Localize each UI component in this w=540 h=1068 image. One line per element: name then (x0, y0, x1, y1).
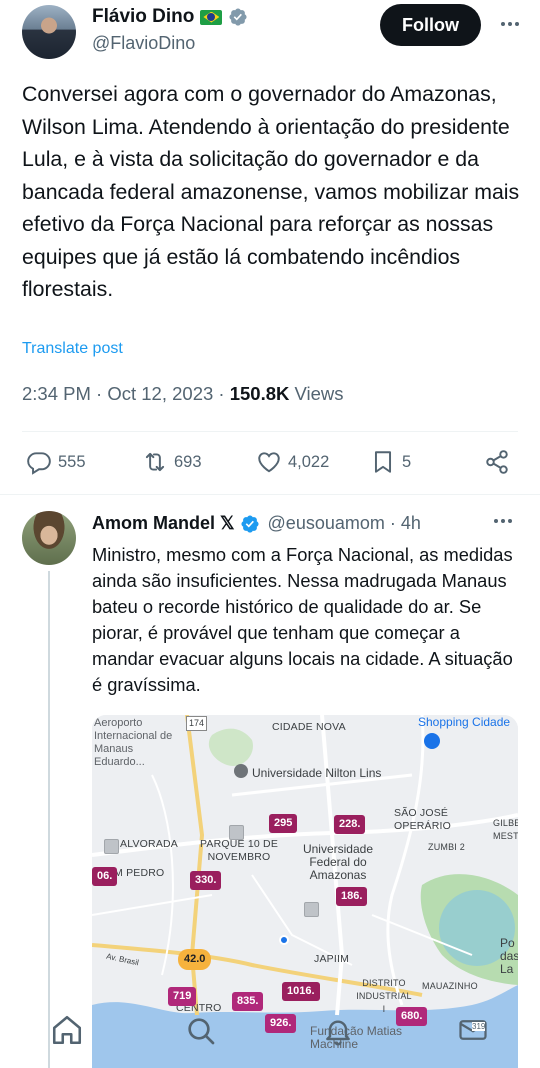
reply-author-avatar[interactable] (22, 511, 76, 565)
aqi-marker[interactable]: 1016. (282, 982, 320, 1001)
map-label-ufam: Universidade Federal do Amazonas (302, 842, 374, 882)
views-label: Views (289, 383, 344, 404)
aqi-marker[interactable]: 330. (190, 871, 222, 890)
aqi-marker[interactable]: 719 (168, 987, 197, 1006)
air-quality-map-image[interactable]: Aeroporto Internacional de Manaus Eduard… (92, 715, 518, 1068)
map-label-sao-jose: SÃO JOSÉ OPERÁRIO (394, 807, 452, 832)
aqi-marker[interactable]: 680. (396, 1007, 428, 1026)
notifications-bell-icon[interactable] (322, 1015, 354, 1047)
map-label-gilberto: GILBE MESTR (493, 818, 518, 841)
location-dot-icon (279, 935, 289, 945)
follow-button[interactable]: Follow (380, 4, 481, 46)
map-label-univ-nilton: Universidade Nilton Lins (252, 766, 382, 780)
map-label-ponta: Po das La (500, 936, 518, 976)
reply-icon (27, 452, 51, 475)
more-options-icon[interactable] (494, 519, 512, 523)
map-label-shopping: Shopping Cidade (418, 715, 511, 729)
share-icon (486, 450, 508, 474)
map-label-cidade-nova: CIDADE NOVA (272, 721, 346, 733)
reply-author-name[interactable]: Amom Mandel (92, 513, 215, 534)
map-label-mauazinho: MAUAZINHO (422, 981, 478, 991)
tweet-text: Conversei agora com o governador do Amaz… (22, 82, 520, 301)
main-tweet-header: Flávio Dino @FlavioDino Follow (0, 0, 540, 70)
aqi-marker[interactable]: 186. (336, 887, 368, 906)
station-marker-icon (304, 902, 319, 917)
author-avatar[interactable] (22, 5, 76, 59)
home-icon[interactable] (50, 1013, 84, 1047)
tweet-meta: 2:34 PM · Oct 12, 2023 · 150.8K Views (22, 383, 344, 405)
station-marker-icon (104, 839, 119, 854)
share-button[interactable] (484, 449, 510, 475)
translate-post-link[interactable]: Translate post (22, 340, 123, 358)
reply-tweet[interactable]: Amom Mandel 𝕏 @eusouamom · 4h Ministro, … (0, 495, 540, 1068)
bookmark-button[interactable]: 5 (370, 449, 411, 475)
reply-time[interactable]: · 4h (390, 513, 421, 534)
reply-text: Ministro, mesmo com a Força Nacional, as… (92, 544, 513, 695)
university-pin-icon (234, 764, 248, 778)
map-label-japiim: JAPIIM (314, 953, 350, 965)
route-shield: 174 (186, 716, 208, 731)
map-label-sao-pedro: M PEDRO (114, 867, 165, 879)
aqi-marker[interactable]: 228. (334, 815, 366, 834)
verified-badge-icon (240, 514, 259, 533)
shopping-pin-icon (424, 733, 440, 749)
messages-button[interactable]: 319 (458, 1017, 492, 1045)
map-label-parque10: PARQUE 10 DE NOVEMBRO (199, 838, 279, 863)
like-count: 4,022 (288, 452, 330, 471)
repost-button[interactable]: 693 (142, 449, 202, 475)
author-name-row[interactable]: Flávio Dino (92, 6, 248, 28)
aqi-marker[interactable]: 42.0 (178, 949, 212, 970)
map-label-zumbi: ZUMBI 2 (428, 842, 465, 852)
reply-count: 555 (58, 452, 86, 471)
like-button[interactable]: 4,022 (256, 449, 329, 475)
search-icon[interactable] (185, 1015, 217, 1047)
bookmark-count: 5 (402, 452, 412, 471)
brazil-flag-icon (200, 9, 223, 25)
aqi-marker[interactable]: 06. (92, 867, 118, 886)
reply-header: Amom Mandel 𝕏 @eusouamom · 4h (92, 513, 421, 534)
bookmark-icon (374, 451, 392, 473)
tweet-timestamp[interactable]: 2:34 PM · Oct 12, 2023 · (22, 383, 230, 404)
reply-button[interactable]: 555 (26, 449, 86, 475)
author-handle[interactable]: @FlavioDino (92, 33, 195, 54)
aqi-marker[interactable]: 835. (232, 992, 264, 1011)
divider (22, 431, 518, 432)
repost-icon (145, 452, 165, 472)
views-count: 150.8K (229, 383, 290, 404)
aqi-marker[interactable]: 295 (269, 814, 298, 833)
thread-line (48, 571, 50, 1068)
x-logo-icon: 𝕏 (220, 513, 235, 533)
map-label-aeroporto: Aeroporto Internacional de Manaus Eduard… (94, 717, 173, 768)
tweet-actions: 555 693 4,022 5 (22, 449, 522, 479)
author-name[interactable]: Flávio Dino (92, 6, 194, 28)
more-options-icon[interactable] (496, 12, 524, 36)
mail-count-badge: 319 (472, 1022, 486, 1031)
heart-icon (258, 452, 280, 473)
map-label-alvorada: ALVORADA (120, 838, 179, 850)
verified-badge-icon (229, 8, 247, 26)
repost-count: 693 (174, 452, 202, 471)
reply-author-handle[interactable]: @eusouamom (268, 513, 385, 534)
aqi-marker[interactable]: 926. (265, 1014, 297, 1033)
